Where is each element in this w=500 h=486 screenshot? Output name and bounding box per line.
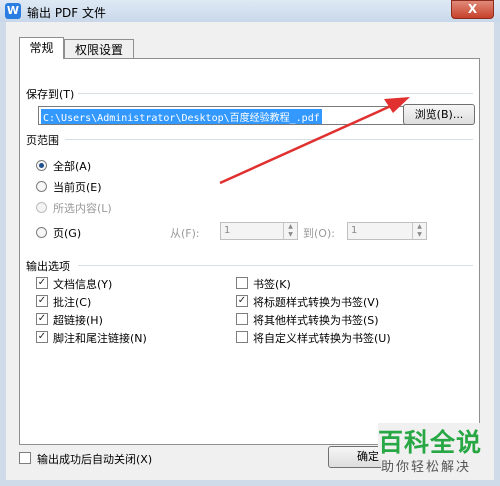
- tab-general[interactable]: 常规: [19, 37, 64, 59]
- annotation-arrow-icon: [219, 97, 410, 185]
- watermark-title: 百科全说: [378, 423, 483, 459]
- watermark-subtitle: 助你轻松解决: [381, 456, 472, 475]
